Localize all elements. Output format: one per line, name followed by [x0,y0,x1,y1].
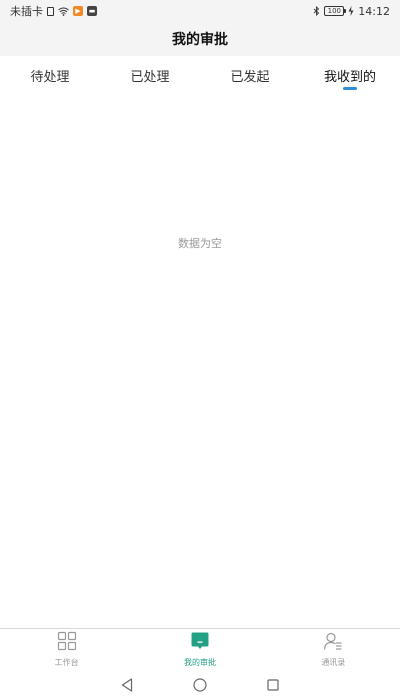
app-notification-icon: ▶ [73,6,83,16]
recents-icon[interactable] [265,677,281,693]
bluetooth-icon [313,6,320,16]
page-title: 我的审批 [172,32,228,48]
page-header: 我的审批 [0,22,400,56]
nav-item-workbench[interactable]: 工作台 [0,629,133,670]
clock: 14:12 [358,4,390,18]
sim-icon [47,6,54,16]
tab-label: 已处理 [130,69,170,85]
home-icon[interactable] [192,677,208,693]
wifi-icon [58,7,69,16]
tab-initiated[interactable]: 已发起 [200,56,300,94]
tab-label: 已发起 [230,69,270,85]
battery-level: 100 [327,7,341,15]
grid-icon [57,631,77,655]
nav-label: 工作台 [54,658,79,667]
tab-bar: 待处理 已处理 已发起 我收到的 [0,56,400,94]
approval-icon [190,631,210,655]
carrier-text: 未插卡 [10,5,43,18]
contacts-icon [323,631,343,655]
empty-state-text: 数据为空 [178,237,222,250]
back-icon[interactable] [119,677,135,693]
tab-received[interactable]: 我收到的 [300,56,400,94]
nav-item-contacts[interactable]: 通讯录 [267,629,400,670]
tab-active-indicator [343,87,357,90]
status-left: 未插卡 ▶ ▬ [10,3,97,19]
tab-label: 待处理 [30,69,70,85]
battery-icon: 100 [324,6,347,16]
content-area: 数据为空 [0,94,400,628]
status-bar: 未插卡 ▶ ▬ 100 14:12 [0,0,400,22]
nav-label: 通讯录 [321,658,346,667]
nav-item-my-approval[interactable]: 我的审批 [133,629,266,670]
system-navigation-bar [0,670,400,700]
bottom-nav: 工作台 我的审批 通讯录 [0,628,400,670]
tab-processed[interactable]: 已处理 [100,56,200,94]
app-notification-icon: ▬ [87,6,97,16]
charging-icon [348,6,354,16]
nav-label: 我的审批 [183,658,216,667]
status-right: 100 14:12 [313,5,390,18]
tab-label: 我收到的 [323,69,376,85]
tab-pending[interactable]: 待处理 [0,56,100,94]
